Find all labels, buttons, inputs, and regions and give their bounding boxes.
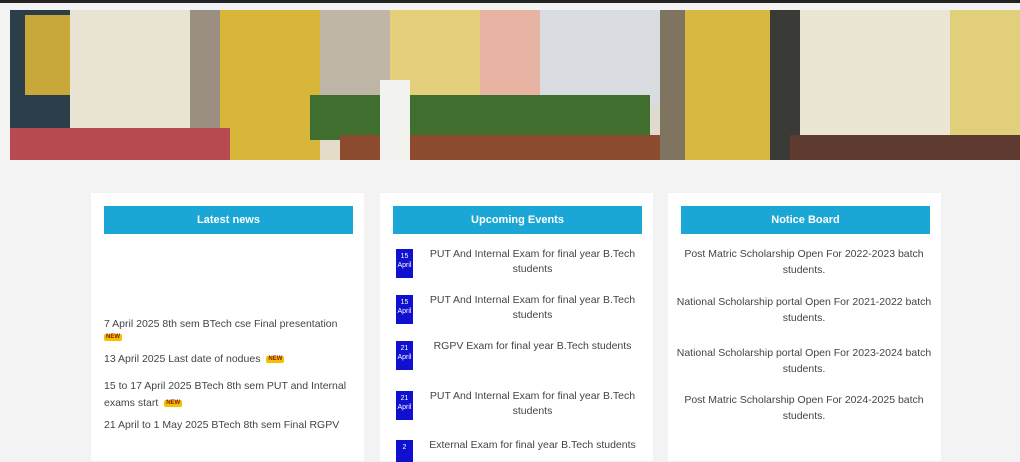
event-text: External Exam for final year B.Tech stud… <box>429 439 636 451</box>
latest-news-panel: Latest news 7 April 2025 8th sem BTech c… <box>91 193 364 461</box>
news-item-text: 13 April 2025 Last date of nodues <box>104 353 261 365</box>
news-item-text: 7 April 2025 8th sem BTech cse Final pre… <box>104 318 338 330</box>
event-day: 21 <box>400 395 409 402</box>
top-border <box>0 0 1020 3</box>
event-text: PUT And Internal Exam for final year B.T… <box>429 294 636 321</box>
news-item[interactable]: 15 to 17 April 2025 BTech 8th sem PUT an… <box>104 378 354 412</box>
news-item[interactable]: 21 April to 1 May 2025 BTech 8th sem Fin… <box>104 419 354 432</box>
event-text: PUT And Internal Exam for final year B.T… <box>429 390 636 417</box>
event-day: 15 <box>400 299 409 306</box>
news-item[interactable]: 13 April 2025 Last date of nodues NEW <box>104 353 354 366</box>
event-text: RGPV Exam for final year B.Tech students <box>433 340 632 352</box>
event-day: 21 <box>400 345 409 352</box>
event-day: 2 <box>402 444 407 451</box>
event-item[interactable]: 2 External Exam for final year B.Tech st… <box>393 436 642 462</box>
notice-item[interactable]: Post Matric Scholarship Open For 2024-20… <box>676 392 932 424</box>
new-badge-icon: NEW <box>104 333 122 341</box>
event-item[interactable]: 15 April PUT And Internal Exam for final… <box>393 245 642 289</box>
event-date-badge: 15 April <box>396 295 413 324</box>
event-item[interactable]: 21 April PUT And Internal Exam for final… <box>393 387 642 431</box>
campus-banner-image <box>10 10 1020 160</box>
event-month: April <box>397 262 412 269</box>
event-date-badge: 2 <box>396 440 413 462</box>
notice-item[interactable]: National Scholarship portal Open For 202… <box>676 294 932 326</box>
news-item[interactable]: 7 April 2025 8th sem BTech cse Final pre… <box>104 318 354 344</box>
event-date-badge: 15 April <box>396 249 413 278</box>
event-item[interactable]: 21 April RGPV Exam for final year B.Tech… <box>393 337 642 381</box>
event-date-badge: 21 April <box>396 391 413 420</box>
notice-item[interactable]: Post Matric Scholarship Open For 2022-20… <box>676 246 932 278</box>
notice-item[interactable]: National Scholarship portal Open For 202… <box>676 345 932 377</box>
notice-board-panel: Notice Board Post Matric Scholarship Ope… <box>668 193 941 461</box>
new-badge-icon: NEW <box>164 399 183 407</box>
event-month: April <box>397 404 412 411</box>
news-item-text: 15 to 17 April 2025 BTech 8th sem PUT an… <box>104 380 347 409</box>
event-item[interactable]: 15 April PUT And Internal Exam for final… <box>393 291 642 335</box>
new-badge-icon: NEW <box>266 355 285 363</box>
news-item-text: 21 April to 1 May 2025 BTech 8th sem Fin… <box>104 419 340 431</box>
upcoming-events-panel: Upcoming Events 15 April PUT And Interna… <box>380 193 653 462</box>
upcoming-events-header: Upcoming Events <box>393 206 642 234</box>
event-month: April <box>397 308 412 315</box>
event-month: April <box>397 354 412 361</box>
event-day: 15 <box>400 253 409 260</box>
event-text: PUT And Internal Exam for final year B.T… <box>429 248 636 275</box>
event-date-badge: 21 April <box>396 341 413 370</box>
notice-board-header: Notice Board <box>681 206 930 234</box>
latest-news-header: Latest news <box>104 206 353 234</box>
